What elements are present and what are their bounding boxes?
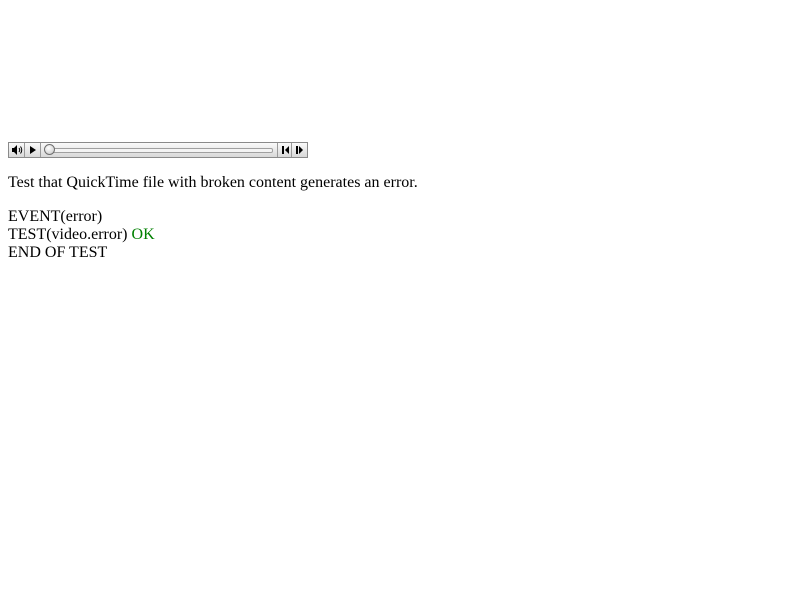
log-event-line: EVENT(error) xyxy=(8,208,103,225)
timeline-slider[interactable] xyxy=(44,143,273,157)
log-test-label: TEST(video.error) xyxy=(8,226,128,243)
timeline-thumb[interactable] xyxy=(44,144,55,155)
volume-button[interactable] xyxy=(9,143,25,157)
play-icon xyxy=(30,146,36,154)
video-controls xyxy=(8,142,308,158)
log-test-result: OK xyxy=(131,226,155,243)
speaker-icon xyxy=(12,145,23,155)
step-back-button[interactable] xyxy=(277,143,292,157)
step-back-icon xyxy=(282,146,289,154)
log-test-line: TEST(video.error) OK xyxy=(8,226,155,244)
play-button[interactable] xyxy=(25,143,41,157)
step-forward-button[interactable] xyxy=(292,143,307,157)
log-end-line: END OF TEST xyxy=(8,244,108,261)
timeline-track xyxy=(47,148,273,153)
test-description: Test that QuickTime file with broken con… xyxy=(8,174,418,191)
step-forward-icon xyxy=(296,146,303,154)
